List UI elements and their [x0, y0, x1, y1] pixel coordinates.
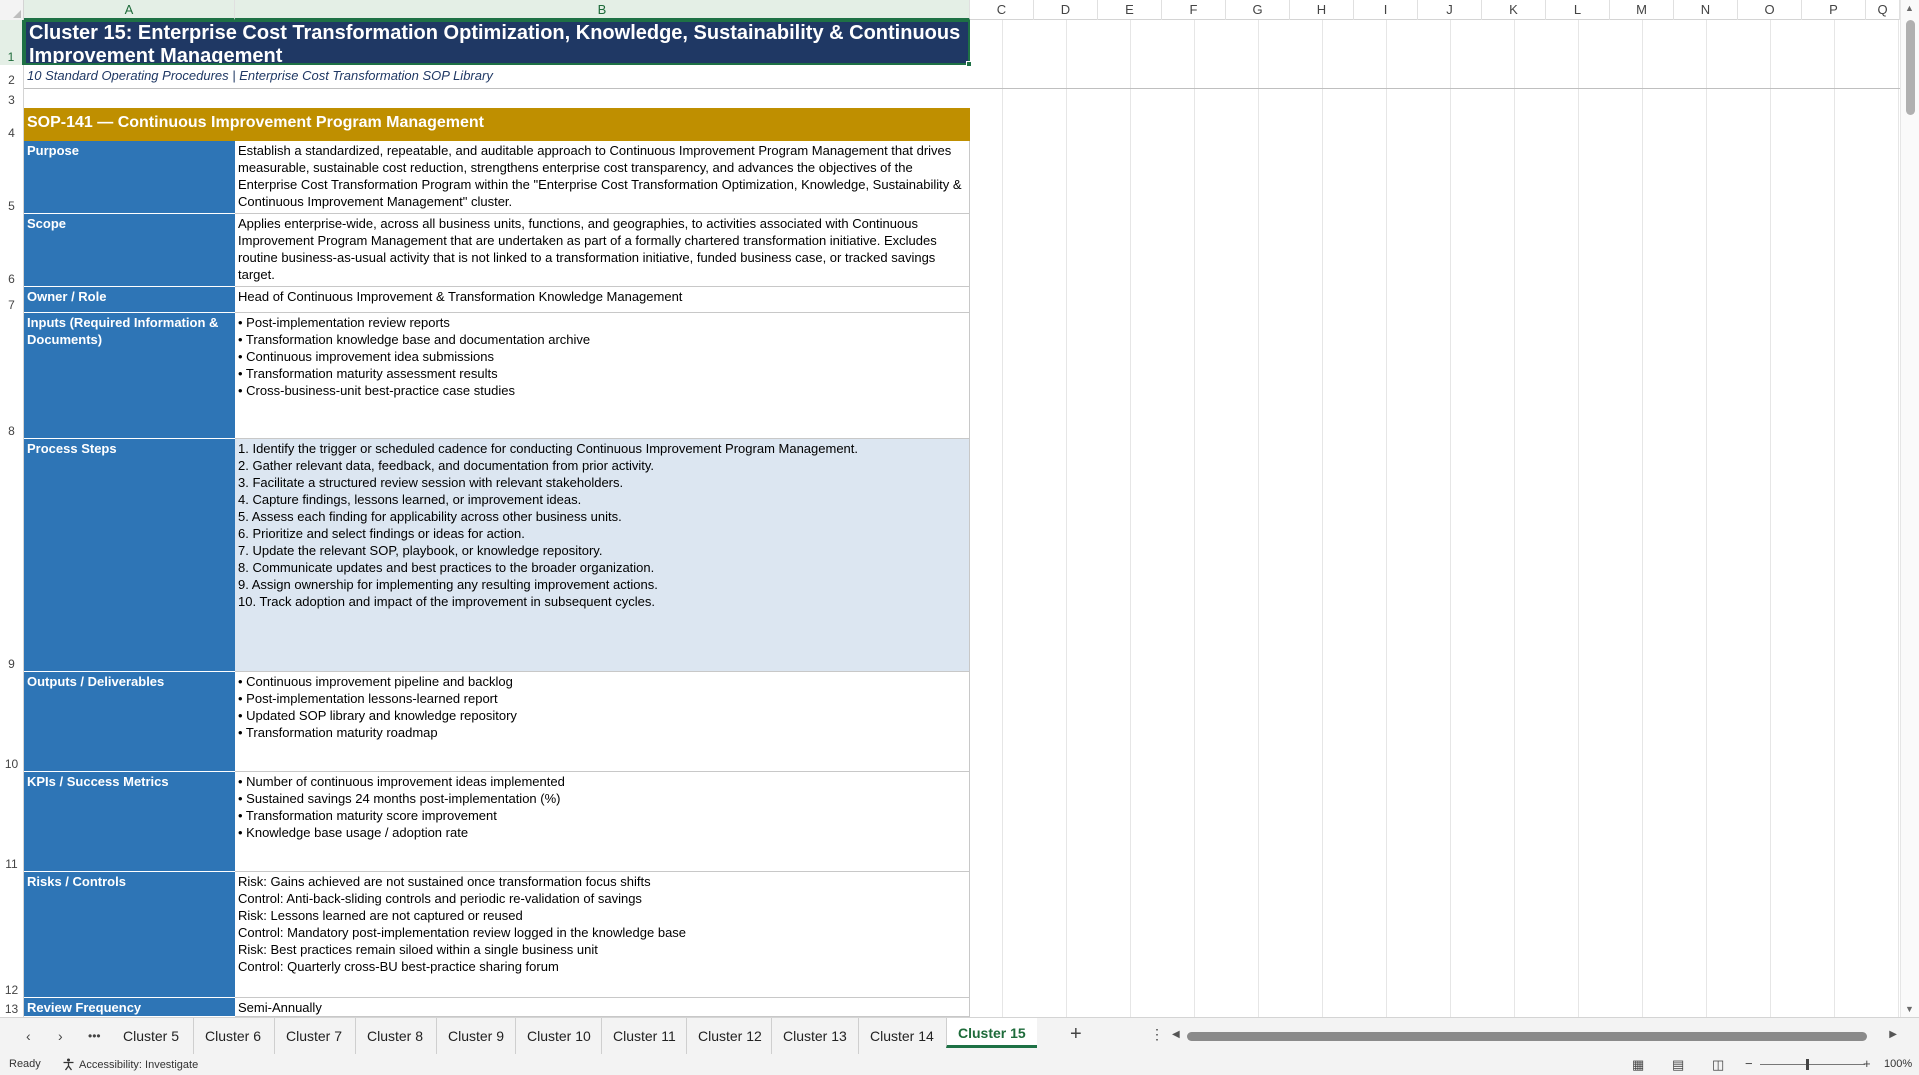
row-header-7[interactable]: 7	[0, 287, 24, 313]
column-header-g[interactable]: G	[1226, 0, 1290, 20]
tab-cluster-6[interactable]: Cluster 6	[193, 1018, 272, 1054]
column-header-q[interactable]: Q	[1866, 0, 1900, 20]
column-header-f[interactable]: F	[1162, 0, 1226, 20]
row-header-2[interactable]: 2	[0, 65, 24, 88]
row-header-12[interactable]: 12	[0, 872, 24, 998]
tab-options-icon[interactable]: ⋮	[1150, 1026, 1164, 1043]
value-kpis[interactable]: • Number of continuous improvement ideas…	[235, 772, 970, 872]
column-header-p[interactable]: P	[1802, 0, 1866, 20]
label-process-steps[interactable]: Process Steps	[24, 439, 235, 672]
column-header-j[interactable]: J	[1418, 0, 1482, 20]
add-sheet-icon[interactable]: +	[1070, 1023, 1082, 1046]
column-header-n[interactable]: N	[1674, 0, 1738, 20]
column-header-a[interactable]: A	[24, 0, 235, 20]
row-header-10[interactable]: 10	[0, 672, 24, 772]
accessibility-status[interactable]: Accessibility: Investigate	[62, 1058, 198, 1071]
tab-cluster-14[interactable]: Cluster 14	[858, 1018, 945, 1054]
row-header-5[interactable]: 5	[0, 141, 24, 214]
row-header-8[interactable]: 8	[0, 313, 24, 439]
value-inputs[interactable]: • Post-implementation review reports • T…	[235, 313, 970, 439]
column-header-h[interactable]: H	[1290, 0, 1354, 20]
column-header-i[interactable]: I	[1354, 0, 1418, 20]
column-header-o[interactable]: O	[1738, 0, 1802, 20]
zoom-in-icon[interactable]: +	[1863, 1056, 1871, 1071]
label-inputs[interactable]: Inputs (Required Information & Documents…	[24, 313, 235, 439]
status-bar: Ready Accessibility: Investigate ▦ ▤ ◫ −…	[0, 1054, 1919, 1075]
subtitle-underline	[24, 88, 1900, 89]
row-header-6[interactable]: 6	[0, 214, 24, 287]
sheet-title-cell[interactable]: Cluster 15: Enterprise Cost Transformati…	[24, 20, 970, 65]
column-header-c[interactable]: C	[970, 0, 1034, 20]
page-break-view-icon[interactable]: ◫	[1712, 1057, 1724, 1073]
row-header-11[interactable]: 11	[0, 772, 24, 872]
tab-cluster-5[interactable]: Cluster 5	[112, 1018, 190, 1054]
value-process-steps[interactable]: 1. Identify the trigger or scheduled cad…	[235, 439, 970, 672]
status-ready: Ready	[9, 1058, 41, 1070]
label-scope[interactable]: Scope	[24, 214, 235, 287]
scroll-right-arrow-icon[interactable]: ▶	[1889, 1029, 1897, 1040]
row-header-13[interactable]: 13	[0, 998, 24, 1017]
zoom-slider-thumb[interactable]	[1806, 1059, 1809, 1070]
zoom-out-icon[interactable]: −	[1745, 1056, 1753, 1071]
label-kpis[interactable]: KPIs / Success Metrics	[24, 772, 235, 872]
row-header-9[interactable]: 9	[0, 439, 24, 672]
value-purpose[interactable]: Establish a standardized, repeatable, an…	[235, 141, 970, 214]
next-sheet-icon[interactable]: ›	[58, 1028, 63, 1044]
scroll-left-arrow-icon[interactable]: ◀	[1172, 1029, 1180, 1040]
value-review-frequency[interactable]: Semi-Annually	[235, 998, 970, 1017]
tab-cluster-8[interactable]: Cluster 8	[355, 1018, 434, 1054]
scroll-up-arrow-icon[interactable]: ▲	[1905, 3, 1914, 13]
label-owner-role[interactable]: Owner / Role	[24, 287, 235, 313]
column-header-d[interactable]: D	[1034, 0, 1098, 20]
value-owner-role[interactable]: Head of Continuous Improvement & Transfo…	[235, 287, 970, 313]
normal-view-icon[interactable]: ▦	[1632, 1057, 1644, 1073]
tab-cluster-10[interactable]: Cluster 10	[515, 1018, 602, 1054]
column-header-b[interactable]: B	[235, 0, 970, 20]
value-scope[interactable]: Applies enterprise-wide, across all busi…	[235, 214, 970, 287]
sheet-tabs-bar: ‹ › ••• Cluster 5 Cluster 6 Cluster 7 Cl…	[0, 1017, 1919, 1054]
select-all-corner[interactable]	[0, 0, 24, 20]
value-outputs[interactable]: • Continuous improvement pipeline and ba…	[235, 672, 970, 772]
row-header-4[interactable]: 4	[0, 108, 24, 141]
page-layout-view-icon[interactable]: ▤	[1672, 1057, 1684, 1073]
accessibility-icon	[63, 1058, 74, 1071]
horizontal-scrollbar[interactable]: ◀ ▶	[1172, 1029, 1897, 1043]
label-risks-controls[interactable]: Risks / Controls	[24, 872, 235, 998]
accessibility-label: Accessibility: Investigate	[79, 1058, 199, 1071]
column-header-k[interactable]: K	[1482, 0, 1546, 20]
more-sheets-icon[interactable]: •••	[88, 1029, 101, 1043]
zoom-slider[interactable]	[1760, 1064, 1865, 1065]
tab-cluster-11[interactable]: Cluster 11	[601, 1018, 687, 1054]
label-purpose[interactable]: Purpose	[24, 141, 235, 214]
tab-cluster-13[interactable]: Cluster 13	[771, 1018, 858, 1054]
zoom-level[interactable]: 100%	[1884, 1058, 1912, 1070]
row-header-1[interactable]: 1	[0, 20, 24, 65]
sheet-subtitle-cell[interactable]: 10 Standard Operating Procedures | Enter…	[24, 66, 970, 87]
column-header-m[interactable]: M	[1610, 0, 1674, 20]
column-header-bar: A B C D E F G H I J K L M N O P Q	[0, 0, 1919, 20]
tab-cluster-12[interactable]: Cluster 12	[686, 1018, 773, 1054]
empty-grid-area[interactable]	[970, 20, 1900, 1017]
sop-header-cell[interactable]: SOP-141 — Continuous Improvement Program…	[24, 108, 970, 141]
label-outputs[interactable]: Outputs / Deliverables	[24, 672, 235, 772]
row-header-3[interactable]: 3	[0, 88, 24, 108]
tab-cluster-7[interactable]: Cluster 7	[274, 1018, 353, 1054]
horizontal-scroll-thumb[interactable]	[1187, 1032, 1867, 1041]
scroll-down-arrow-icon[interactable]: ▼	[1905, 1004, 1914, 1014]
column-header-e[interactable]: E	[1098, 0, 1162, 20]
vertical-scrollbar[interactable]: ▲ ▼	[1900, 0, 1919, 1017]
label-review-frequency[interactable]: Review Frequency	[24, 998, 235, 1017]
tab-cluster-9[interactable]: Cluster 9	[436, 1018, 515, 1054]
column-header-l[interactable]: L	[1546, 0, 1610, 20]
tab-cluster-15[interactable]: Cluster 15	[946, 1018, 1037, 1048]
vertical-scroll-thumb[interactable]	[1906, 20, 1915, 115]
value-risks-controls[interactable]: Risk: Gains achieved are not sustained o…	[235, 872, 970, 998]
previous-sheet-icon[interactable]: ‹	[26, 1028, 31, 1044]
